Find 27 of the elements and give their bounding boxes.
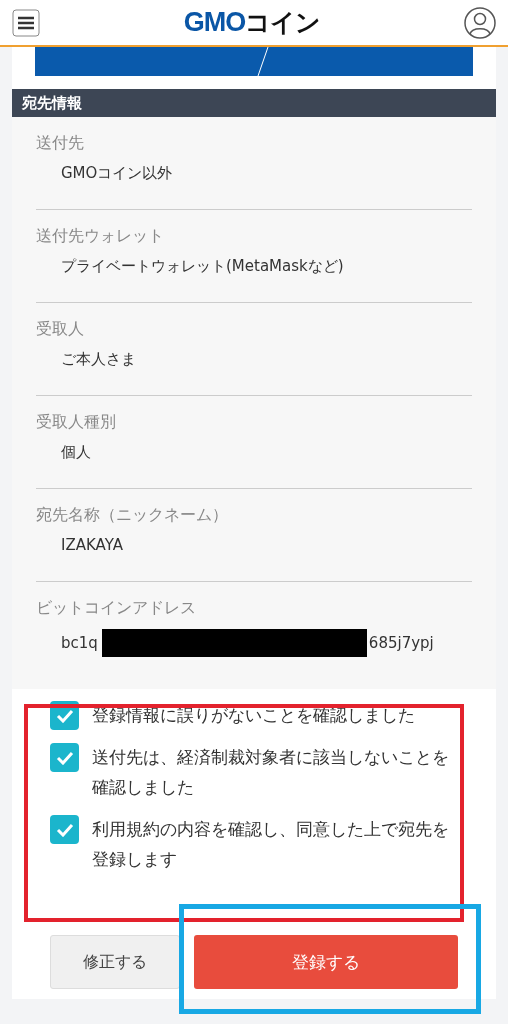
field-label: 送付先 xyxy=(36,133,85,154)
field-value: 685j7ypj xyxy=(368,634,434,652)
field-label: ビットコインアドレス xyxy=(36,598,197,619)
check-icon xyxy=(55,708,74,723)
section-title: 宛先情報 xyxy=(12,89,496,117)
field-label: 宛先名称（ニックネーム） xyxy=(36,505,229,526)
checkbox[interactable] xyxy=(50,743,79,772)
check-icon xyxy=(55,750,74,765)
edit-button[interactable]: 修正する xyxy=(50,935,180,989)
checkbox-label: 登録情報に誤りがないことを確認しました xyxy=(92,705,415,727)
field-value: bc1q xyxy=(61,634,98,652)
field-value: IZAKAYA xyxy=(61,536,123,554)
check-icon xyxy=(55,822,74,837)
field-value: ご本人さま xyxy=(61,350,136,369)
logo: GMOコイン xyxy=(183,6,321,39)
field-label: 受取人種別 xyxy=(36,412,117,433)
field-value: 個人 xyxy=(61,443,91,462)
checkbox[interactable] xyxy=(50,815,79,844)
field-label: 受取人 xyxy=(36,319,85,340)
field-label: 送付先ウォレット xyxy=(36,226,165,247)
register-button[interactable]: 登録する xyxy=(194,935,458,989)
checkbox-label: 利用規約の内容を確認し、同意した上で宛先を登録します xyxy=(92,819,450,871)
menu-icon[interactable] xyxy=(12,8,40,37)
field-value: プライベートウォレット(MetaMaskなど) xyxy=(61,257,344,276)
account-icon[interactable] xyxy=(464,6,496,39)
field-value: GMOコイン以外 xyxy=(61,164,173,183)
checkbox-label: 送付先は、経済制裁対象者に該当しないことを確認しました xyxy=(92,747,450,799)
